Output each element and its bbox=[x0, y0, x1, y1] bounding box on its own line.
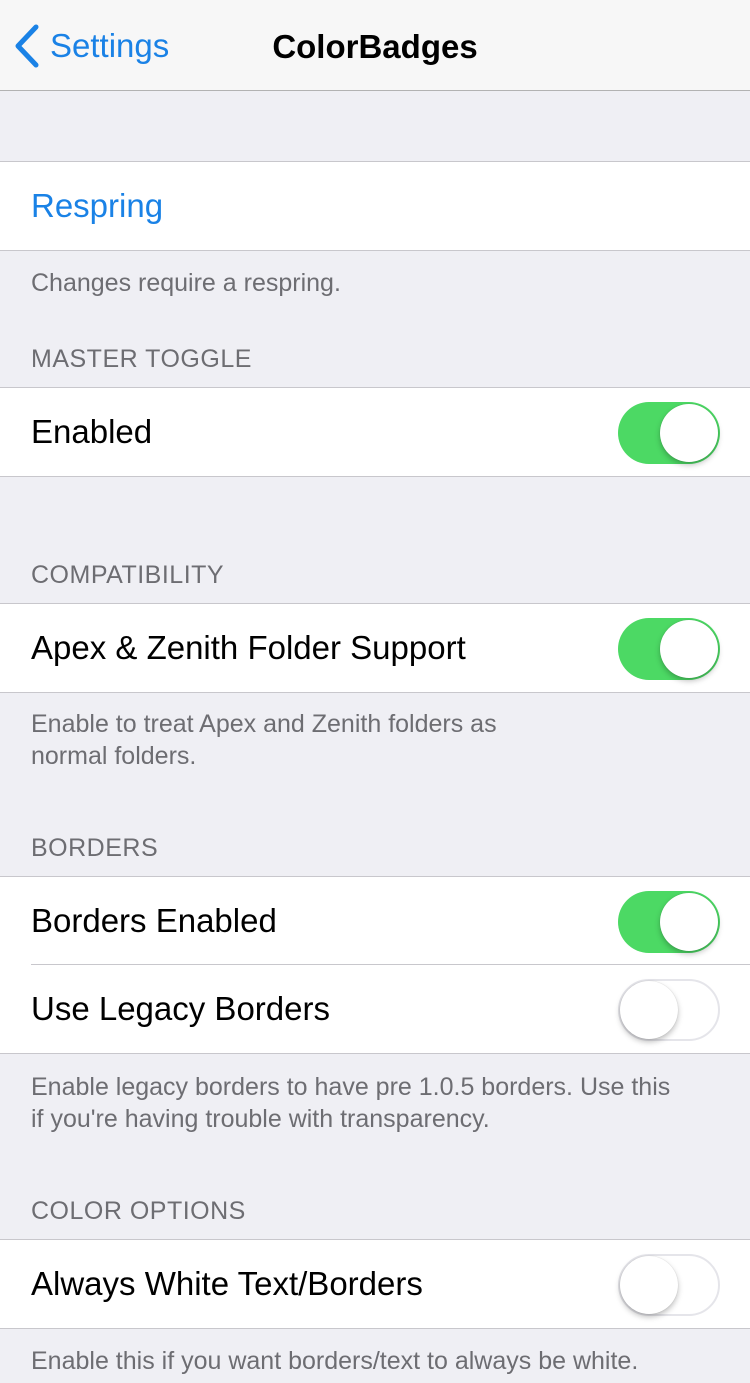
color-options-footer: Enable this if you want borders/text to … bbox=[31, 1347, 639, 1375]
legacy-borders-cell: Use Legacy Borders bbox=[0, 964, 750, 1053]
borders-group: Borders Enabled Use Legacy Borders bbox=[0, 876, 750, 1054]
respring-cell[interactable]: Respring bbox=[0, 162, 750, 250]
folder-support-cell: Apex & Zenith Folder Support bbox=[0, 604, 750, 692]
borders-enabled-switch[interactable] bbox=[618, 891, 720, 953]
respring-group: Respring bbox=[0, 161, 750, 251]
enabled-label: Enabled bbox=[31, 413, 153, 450]
navigation-bar: Settings ColorBadges bbox=[0, 0, 750, 91]
compatibility-footer: Enable to treat Apex and Zenith folders … bbox=[31, 708, 731, 772]
enabled-switch[interactable] bbox=[618, 402, 720, 464]
borders-footer-line: if you're having trouble with transparen… bbox=[31, 1105, 490, 1133]
switch-knob bbox=[620, 1256, 678, 1314]
borders-footer-line: Enable legacy borders to have pre 1.0.5 … bbox=[31, 1073, 671, 1101]
compatibility-group: Apex & Zenith Folder Support bbox=[0, 603, 750, 693]
legacy-borders-label: Use Legacy Borders bbox=[31, 990, 330, 1027]
switch-knob bbox=[620, 981, 678, 1039]
folder-support-label: Apex & Zenith Folder Support bbox=[31, 629, 466, 666]
white-text-cell: Always White Text/Borders bbox=[0, 1240, 750, 1328]
legacy-borders-switch[interactable] bbox=[618, 979, 720, 1041]
borders-enabled-label: Borders Enabled bbox=[31, 902, 277, 939]
enabled-cell: Enabled bbox=[0, 388, 750, 476]
master-toggle-group: Enabled bbox=[0, 387, 750, 477]
page-title: ColorBadges bbox=[272, 28, 478, 65]
respring-footer: Changes require a respring. bbox=[31, 269, 341, 297]
master-toggle-header: MASTER TOGGLE bbox=[31, 345, 252, 373]
respring-button[interactable]: Respring bbox=[31, 187, 163, 225]
switch-knob bbox=[660, 620, 718, 678]
borders-enabled-cell: Borders Enabled bbox=[0, 877, 750, 965]
folder-support-switch[interactable] bbox=[618, 618, 720, 680]
color-options-header: COLOR OPTIONS bbox=[31, 1197, 246, 1225]
switch-knob bbox=[660, 404, 718, 462]
borders-footer: Enable legacy borders to have pre 1.0.5 … bbox=[31, 1071, 731, 1135]
white-text-label: Always White Text/Borders bbox=[31, 1265, 423, 1302]
compatibility-footer-line: Enable to treat Apex and Zenith folders … bbox=[31, 710, 497, 738]
color-options-group: Always White Text/Borders bbox=[0, 1239, 750, 1329]
borders-header: BORDERS bbox=[31, 834, 159, 862]
switch-knob bbox=[660, 893, 718, 951]
white-text-switch[interactable] bbox=[618, 1254, 720, 1316]
compatibility-header: COMPATIBILITY bbox=[31, 561, 225, 589]
compatibility-footer-line: normal folders. bbox=[31, 742, 197, 770]
